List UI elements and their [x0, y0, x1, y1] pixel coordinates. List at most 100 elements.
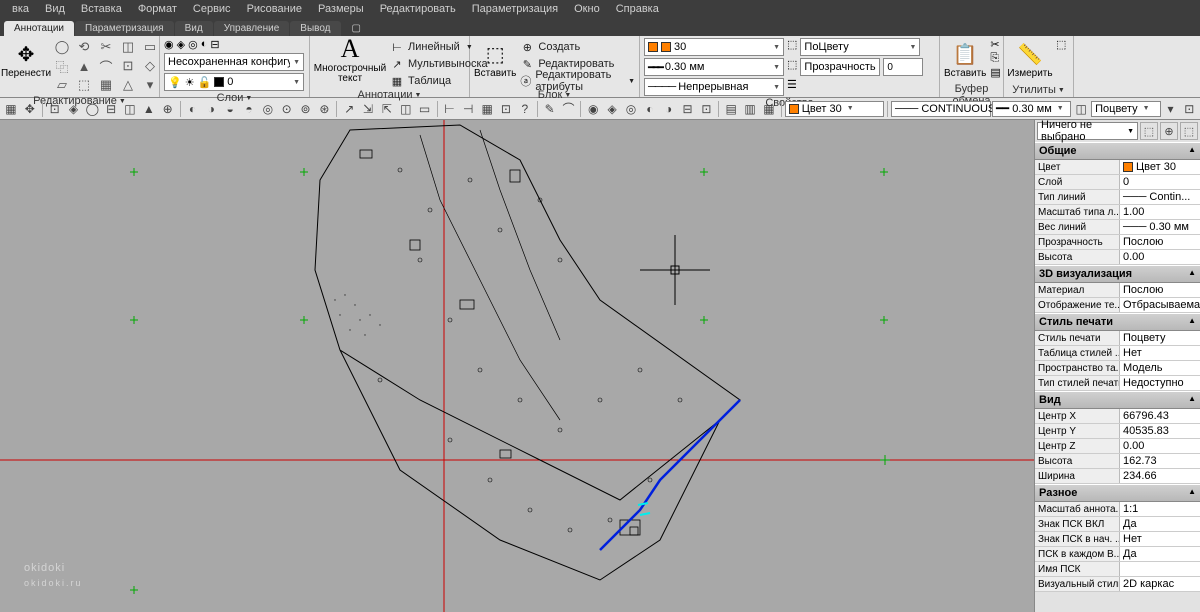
- prop-value[interactable]: ───Contin...: [1120, 190, 1200, 204]
- layer-config-combo[interactable]: Несохраненная конфигурация сл▼: [164, 53, 304, 71]
- measure-button[interactable]: 📏 Измерить: [1008, 38, 1052, 82]
- tool-icon[interactable]: ◈: [603, 100, 621, 118]
- paste-button[interactable]: 📋 Вставить: [944, 38, 986, 82]
- layer-icon[interactable]: ◎: [188, 38, 198, 51]
- tool-icon[interactable]: ⊟: [102, 100, 120, 118]
- tool-icon[interactable]: ⊡: [118, 57, 138, 75]
- tab-view[interactable]: Вид: [175, 21, 213, 36]
- paste-icon[interactable]: ▤: [990, 66, 1000, 79]
- prop-row[interactable]: Центр Y40535.83: [1035, 424, 1200, 439]
- prop-value[interactable]: 1:1: [1120, 502, 1200, 516]
- prop-group-header[interactable]: Стиль печати▲: [1035, 313, 1200, 331]
- prop-row[interactable]: Знак ПСК ВКЛДа: [1035, 517, 1200, 532]
- prop-value[interactable]: 40535.83: [1120, 424, 1200, 438]
- util-icon[interactable]: ⬚: [1056, 38, 1066, 51]
- tool-icon[interactable]: ▦: [760, 100, 778, 118]
- tool-icon[interactable]: ◓: [240, 100, 258, 118]
- tool-icon[interactable]: ◐: [641, 100, 659, 118]
- prop-row[interactable]: ПСК в каждом В...Да: [1035, 547, 1200, 562]
- drawing-canvas[interactable]: [0, 120, 1034, 612]
- tool-icon[interactable]: ▦: [96, 76, 116, 94]
- tool-icon[interactable]: ◎: [259, 100, 277, 118]
- prop-row[interactable]: Слой0: [1035, 175, 1200, 190]
- prop-value[interactable]: Нет: [1120, 346, 1200, 360]
- prop-group-header[interactable]: Разное▲: [1035, 484, 1200, 502]
- tool-icon[interactable]: ▲: [74, 57, 94, 75]
- tool-icon[interactable]: ◯: [52, 38, 72, 56]
- tool-icon[interactable]: ▲: [140, 100, 158, 118]
- tab-parametrization[interactable]: Параметризация: [75, 21, 174, 36]
- match-prop-icon[interactable]: ⬚: [787, 38, 797, 56]
- plotstyle-combo-tb[interactable]: Поцвету▼: [1091, 101, 1160, 117]
- prop-row[interactable]: МатериалПослою: [1035, 283, 1200, 298]
- tool-icon[interactable]: ⊟: [679, 100, 697, 118]
- menu-item[interactable]: Размеры: [310, 2, 372, 16]
- tool-icon[interactable]: ⊕: [159, 100, 177, 118]
- tool-icon[interactable]: ⊡: [1180, 100, 1198, 118]
- tool-icon[interactable]: ▦: [2, 100, 20, 118]
- prop-row[interactable]: Вес линий───0.30 мм: [1035, 220, 1200, 235]
- prop-row[interactable]: Пространство та...Модель: [1035, 361, 1200, 376]
- prop-value[interactable]: Послою: [1120, 235, 1200, 249]
- color-combo[interactable]: 30 ▼: [644, 38, 784, 56]
- prop-value[interactable]: Недоступно: [1120, 376, 1200, 390]
- prop-row[interactable]: ПрозрачностьПослою: [1035, 235, 1200, 250]
- tab-manage[interactable]: Управление: [214, 21, 290, 36]
- prop-value[interactable]: 234.66: [1120, 469, 1200, 483]
- linetype-combo[interactable]: ──── Непрерывная ▼: [644, 78, 784, 96]
- menu-item[interactable]: Рисование: [239, 2, 310, 16]
- prop-row[interactable]: Масштаб аннота...1:1: [1035, 502, 1200, 517]
- layer-icon[interactable]: ◉: [164, 38, 174, 51]
- tool-icon[interactable]: ⌒: [96, 57, 116, 75]
- tool-icon[interactable]: ↗: [340, 100, 358, 118]
- tool-icon[interactable]: ✂: [96, 38, 116, 56]
- insert-block-button[interactable]: ⬚ Вставить: [474, 38, 516, 82]
- create-block-item[interactable]: ⊕Создать: [520, 40, 635, 54]
- tool-icon[interactable]: ⊡: [46, 100, 64, 118]
- tool-icon[interactable]: ◯: [83, 100, 101, 118]
- tool-icon[interactable]: ▾: [1162, 100, 1180, 118]
- prop-value[interactable]: Поцвету: [1120, 331, 1200, 345]
- tool-icon[interactable]: ⌒: [560, 100, 578, 118]
- prop-value[interactable]: 1.00: [1120, 205, 1200, 219]
- edit-attr-item[interactable]: ⓐРедактировать атрибуты▼: [520, 74, 635, 88]
- prop-value[interactable]: Отбрасываема...: [1120, 298, 1200, 312]
- lineweight-combo[interactable]: ━━━ 0.30 мм ▼: [644, 58, 784, 76]
- tool-icon[interactable]: ▦: [478, 100, 496, 118]
- tool-icon[interactable]: ⊣: [459, 100, 477, 118]
- tool-icon[interactable]: ⇲: [359, 100, 377, 118]
- tool-icon[interactable]: ⊡: [497, 100, 515, 118]
- lineweight-combo-tb[interactable]: ━━0.30 мм▼: [992, 101, 1071, 117]
- prop-value[interactable]: ───0.30 мм: [1120, 220, 1200, 234]
- prop-row[interactable]: Центр Z0.00: [1035, 439, 1200, 454]
- prop-icon[interactable]: ⬚: [787, 58, 797, 76]
- tool-icon[interactable]: ◫: [118, 38, 138, 56]
- tool-icon[interactable]: ◐: [184, 100, 202, 118]
- tool-icon[interactable]: ◑: [660, 100, 678, 118]
- layer-icon[interactable]: ◐: [201, 38, 208, 51]
- tool-icon[interactable]: △: [118, 76, 138, 94]
- prop-value[interactable]: Нет: [1120, 532, 1200, 546]
- prop-row[interactable]: Стиль печатиПоцвету: [1035, 331, 1200, 346]
- tool-icon[interactable]: ▱: [52, 76, 72, 94]
- menu-item[interactable]: Сервис: [185, 2, 239, 16]
- prop-row[interactable]: Знак ПСК в нач. ...Нет: [1035, 532, 1200, 547]
- menu-item[interactable]: Окно: [566, 2, 608, 16]
- tool-icon[interactable]: ⊛: [315, 100, 333, 118]
- tool-icon[interactable]: ◫: [397, 100, 415, 118]
- menu-item[interactable]: вка: [4, 2, 37, 16]
- prop-value[interactable]: 0.00: [1120, 250, 1200, 264]
- tool-icon[interactable]: ◫: [121, 100, 139, 118]
- help-icon[interactable]: ?: [516, 100, 534, 118]
- menu-item[interactable]: Вид: [37, 2, 73, 16]
- tool-icon[interactable]: ◒: [221, 100, 239, 118]
- tool-icon[interactable]: ▥: [741, 100, 759, 118]
- tool-icon[interactable]: ⬚: [74, 76, 94, 94]
- menu-item[interactable]: Вставка: [73, 2, 130, 16]
- prop-row[interactable]: ЦветЦвет 30: [1035, 160, 1200, 175]
- menu-item[interactable]: Параметризация: [464, 2, 566, 16]
- props-btn-icon[interactable]: ⊕: [1160, 122, 1178, 140]
- prop-group-header[interactable]: 3D визуализация▲: [1035, 265, 1200, 283]
- tool-icon[interactable]: ◉: [584, 100, 602, 118]
- prop-row[interactable]: Таблица стилей ...Нет: [1035, 346, 1200, 361]
